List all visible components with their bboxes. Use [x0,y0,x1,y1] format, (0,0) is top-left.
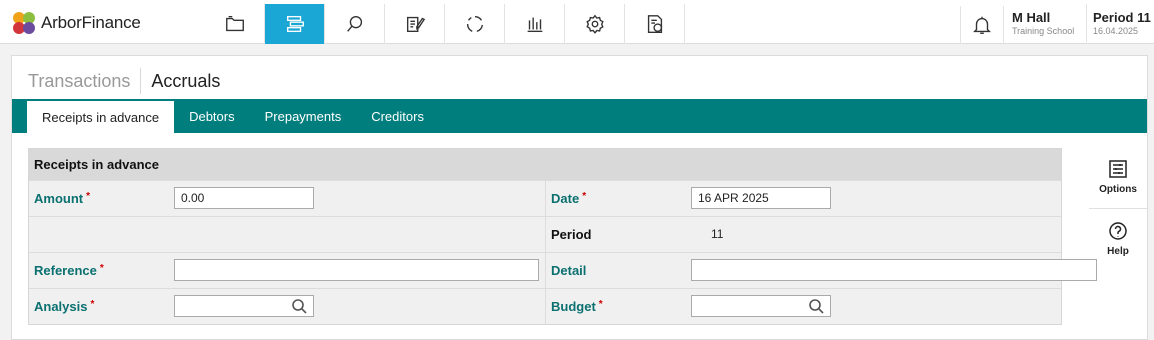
budget-cell: Budget * [545,289,1061,324]
required-marker: * [86,191,91,202]
analysis-cell: Analysis * [29,289,545,324]
user-menu[interactable]: M Hall Training School [1012,10,1086,36]
search-icon [346,15,362,32]
form-title: Receipts in advance [29,149,1061,180]
analysis-label: Analysis * [34,299,95,314]
nav-reports[interactable] [505,4,565,44]
nav-structure[interactable] [265,4,325,44]
bell-icon [973,16,991,34]
side-actions: Options Help [1089,148,1147,268]
folder-icon [225,15,244,32]
budget-search-button[interactable] [808,298,824,314]
user-name: M Hall [1012,10,1051,25]
empty-cell [29,217,545,252]
amount-cell: Amount * [29,181,545,216]
list-tree-icon [286,15,304,33]
breadcrumb: Transactions Accruals [28,68,220,94]
date-label: Date * [551,191,587,206]
help-icon [1109,221,1127,240]
period-selector[interactable]: Period 11 16.04.2025 [1086,4,1154,42]
analysis-search-button[interactable] [291,298,307,314]
refresh-cycle-icon [466,15,483,32]
tab-bar: Receipts in advance Debtors Prepayments … [12,99,1147,133]
app-logo[interactable]: ArborFinance [10,10,141,36]
main-panel: Transactions Accruals Receipts in advanc… [11,55,1148,340]
required-marker: * [582,191,587,202]
top-bar: ArborFinance M Hall Training School Peri… [0,0,1154,44]
required-marker: * [99,263,104,274]
amount-label: Amount * [34,191,91,206]
period-field-label: Period [551,227,592,242]
pound-document-icon [647,15,662,33]
gear-icon [585,14,604,34]
nav-finance-doc[interactable] [625,4,685,44]
nav-search[interactable] [325,4,385,44]
nav-settings[interactable] [565,4,625,44]
sliders-icon [1109,160,1127,178]
budget-label: Budget * [551,299,603,314]
arbor-logo-icon [13,12,35,34]
user-school: Training School [1012,26,1075,36]
main-nav [205,4,685,44]
detail-input[interactable] [691,259,1097,281]
detail-label: Detail [551,263,587,278]
nav-folder[interactable] [205,4,265,44]
options-button[interactable]: Options [1089,148,1147,206]
reference-label: Reference * [34,263,104,278]
edit-document-icon [406,16,425,33]
tab-debtors[interactable]: Debtors [174,99,250,133]
nav-edit[interactable] [385,4,445,44]
period-date: 16.04.2025 [1093,26,1139,36]
bar-chart-icon [527,17,542,33]
period-value: 11 [711,227,724,241]
amount-input[interactable] [174,187,314,209]
breadcrumb-transactions[interactable]: Transactions [28,71,130,92]
tab-creditors[interactable]: Creditors [356,99,439,133]
form-row: Analysis * Budget * [29,288,1061,324]
tab-receipts-in-advance[interactable]: Receipts in advance [27,101,175,133]
form-row: Amount* Date* [29,180,1061,216]
breadcrumb-divider [140,68,142,94]
search-icon [292,299,307,314]
form-row: Reference * Detail [29,252,1097,288]
receipts-form: Receipts in advance Amount* Date* Period… [28,148,1097,325]
app-name: ArborFinance [41,13,141,32]
reference-cell: Reference * [29,253,545,288]
page-title: Accruals [151,70,221,91]
help-button[interactable]: Help [1089,208,1147,268]
form-row: Period 11 [29,216,1061,252]
detail-cell: Detail [545,253,1097,288]
search-icon [809,299,824,314]
notifications-button[interactable] [960,6,1004,44]
date-input[interactable] [691,187,831,209]
nav-cycle[interactable] [445,4,505,44]
help-label: Help [1107,245,1129,257]
date-cell: Date * [545,181,1061,216]
tab-prepayments[interactable]: Prepayments [250,99,357,133]
required-marker: * [90,299,95,310]
required-marker: * [598,299,603,310]
options-label: Options [1099,184,1137,195]
period-label: Period 11 [1093,10,1151,25]
reference-input[interactable] [174,259,539,281]
period-cell: Period 11 [545,217,1061,252]
